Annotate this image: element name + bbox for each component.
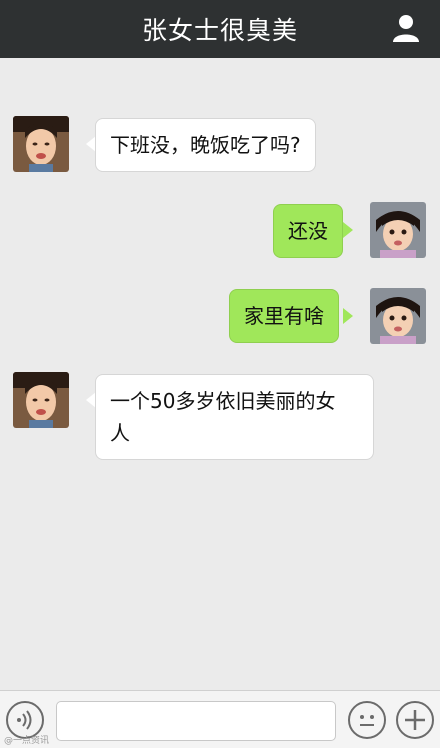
profile-button[interactable] — [390, 12, 422, 44]
input-bar — [0, 690, 440, 748]
avatar-woman-a[interactable] — [13, 116, 69, 172]
emoji-button[interactable] — [348, 701, 386, 739]
emoji-icon — [360, 715, 374, 726]
chat-area[interactable]: 下班没，晚饭吃了吗? 还没 家里有啥 一个50多岁依旧美丽的女 人 — [0, 58, 440, 690]
message-text-line: 一个50多岁依旧美丽的女 — [110, 389, 336, 413]
message-text: 下班没，晚饭吃了吗? — [110, 133, 301, 157]
watermark: @一点资讯 — [4, 736, 50, 746]
chat-title: 张女士很臭美 — [141, 16, 298, 45]
more-button[interactable] — [396, 701, 434, 739]
person-icon — [393, 15, 419, 42]
message-text: 还没 — [288, 219, 328, 243]
bubble-tail — [343, 222, 353, 238]
message-bubble-sent[interactable]: 还没 — [273, 204, 343, 258]
message-bubble-sent[interactable]: 家里有啥 — [229, 289, 339, 343]
chat-header: 张女士很臭美 — [0, 0, 440, 58]
message-bubble-received[interactable]: 下班没，晚饭吃了吗? — [95, 118, 316, 172]
message-bubble-received[interactable]: 一个50多岁依旧美丽的女 人 — [95, 374, 374, 460]
plus-icon — [405, 710, 425, 730]
message-input[interactable] — [56, 701, 336, 741]
avatar-girl-b[interactable] — [370, 288, 426, 344]
voice-icon — [17, 710, 32, 730]
avatar-girl-b[interactable] — [370, 202, 426, 258]
bubble-tail — [343, 308, 353, 324]
message-text: 家里有啥 — [244, 304, 324, 328]
message-text-line: 人 — [110, 421, 130, 445]
avatar-woman-a[interactable] — [13, 372, 69, 428]
